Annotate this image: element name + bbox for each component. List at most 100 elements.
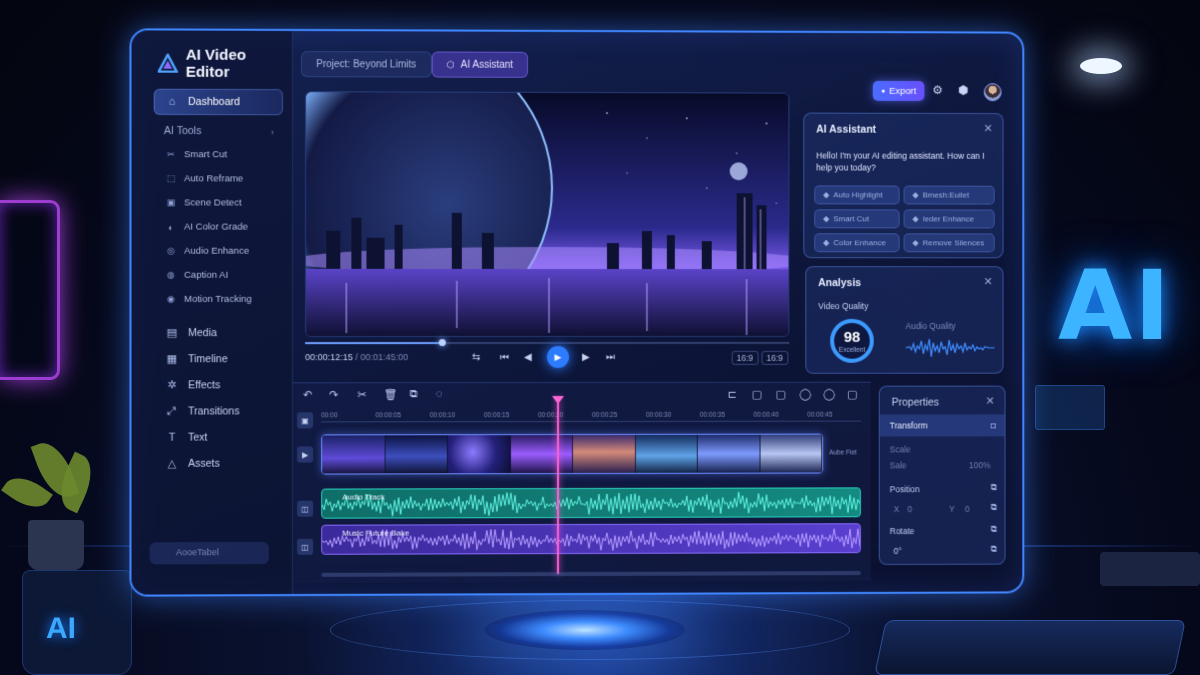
close-icon[interactable]: ✕ (986, 395, 995, 408)
sidebar-item-media[interactable]: ▤ Media (154, 320, 283, 346)
rotate-value[interactable]: 0° (894, 546, 902, 556)
video-clip-track[interactable] (321, 434, 823, 475)
sidebar-item-ai-color-grade[interactable]: ◐ AI Color Grade (166, 222, 248, 233)
clip-thumbnail[interactable] (760, 435, 822, 473)
pos-y-value[interactable]: 0 (965, 504, 970, 514)
undo-icon[interactable]: ↶ (303, 388, 312, 401)
zoom-out-icon[interactable]: ◯ (799, 388, 811, 401)
avatar[interactable] (984, 83, 1002, 101)
playhead[interactable] (557, 396, 559, 574)
close-icon[interactable]: ✕ (984, 122, 993, 135)
marker-icon[interactable]: ▢ (752, 388, 762, 401)
play-button[interactable]: ▶ (547, 346, 569, 368)
sidebar-item-timeline[interactable]: ▦ Timeline (154, 346, 283, 372)
progress-fill (305, 342, 441, 344)
chevron-right-icon[interactable]: › (271, 127, 274, 137)
rotate-label: Rotate (890, 526, 915, 536)
chip-label: Color Enhance (833, 238, 886, 247)
fit-icon[interactable]: ▢ (847, 388, 857, 401)
trash-icon[interactable]: 🗑 (384, 388, 398, 401)
sidebar-item-smart-cut[interactable]: ✂ Smart Cut (166, 149, 227, 160)
chip-remove-silences[interactable]: ◆ Remove Silences (904, 233, 995, 252)
aspect-ratio-b[interactable]: 16:9 (762, 351, 788, 365)
skip-forward-icon[interactable]: ⏭ (606, 352, 615, 363)
aspect-ratio-a[interactable]: 16:9 (732, 351, 758, 365)
video-quality-caption: Excellent (828, 347, 876, 354)
chip-color-enhance[interactable]: ◆ Color Enhance (814, 233, 899, 252)
transitions-icon: ⤢ (166, 405, 178, 417)
background-monitor (1035, 385, 1105, 430)
loop-icon[interactable]: ⇆ (472, 352, 480, 363)
clip-thumbnail[interactable] (698, 435, 760, 473)
tab-project[interactable]: Project: Beyond Limits (301, 51, 431, 77)
progress-handle[interactable] (438, 339, 445, 346)
playback-progress[interactable] (305, 342, 789, 344)
clip-thumbnail[interactable] (448, 435, 511, 473)
chip-auto-highlight[interactable]: ◆ Auto Highlight (814, 185, 899, 204)
rewind-icon[interactable]: ◀ (524, 352, 532, 363)
skip-back-icon[interactable]: ⏮ (500, 352, 509, 363)
sidebar-item-text[interactable]: T Text (154, 424, 283, 450)
video-track-icon[interactable]: ▶ (297, 446, 313, 462)
chip-smart-cut[interactable]: ◆ Smart Cut (814, 209, 899, 228)
pos-x-label: X (894, 504, 900, 514)
home-icon: ⌂ (166, 96, 178, 108)
transform-icon[interactable]: ◘ (991, 420, 996, 430)
scale-value[interactable]: 100% (969, 460, 991, 470)
clip-thumbnail[interactable] (385, 435, 448, 473)
clip-thumbnail[interactable] (635, 435, 697, 473)
rotate-icon[interactable]: ⧉ (991, 524, 997, 535)
magnet-icon[interactable]: ⊏ (728, 388, 737, 401)
snap-icon[interactable]: ▢ (775, 388, 785, 401)
tab-ai-assistant[interactable]: ⬡ AI Assistant (432, 51, 528, 77)
pos-y-label: Y (949, 504, 955, 514)
sidebar: AI Video Editor ⌂ Dashboard AI Tools › ✂… (131, 30, 293, 594)
sidebar-footer-button[interactable]: AooeTabel (150, 542, 269, 564)
gear-icon[interactable]: ⚙ (932, 83, 943, 97)
zoom-in-icon[interactable]: ◯ (823, 388, 835, 401)
cut-icon[interactable]: ✂ (357, 388, 366, 401)
palette-icon: ◐ (166, 222, 176, 232)
sidebar-item-scene-detect[interactable]: ▣ Scene Detect (166, 197, 242, 208)
ruler-tick: 00:00 (321, 412, 337, 419)
sidebar-item-audio-enhance[interactable]: ◎ Audio Enhance (166, 246, 249, 257)
time-ruler[interactable]: 00:00 00:00:05 00:00:10 00:00:15 00:00:2… (321, 412, 861, 423)
chip-icon: ◆ (912, 214, 918, 223)
music-track-icon[interactable]: ◫ (297, 539, 313, 555)
sidebar-item-dashboard[interactable]: ⌂ Dashboard (154, 89, 283, 115)
audio-track-icon[interactable]: ◫ (297, 501, 313, 517)
sidebar-item-transitions[interactable]: ⤢ Transitions (154, 398, 283, 424)
ai-assistant-panel: AI Assistant ✕ Hello! I'm your AI editin… (803, 113, 1003, 259)
sidebar-item-auto-reframe[interactable]: ⬚ Auto Reframe (166, 173, 243, 184)
ripple-icon[interactable]: ◌ (436, 388, 443, 400)
clip-thumbnail[interactable] (510, 435, 573, 473)
redo-icon[interactable]: ↷ (329, 388, 338, 401)
ai-tools-header[interactable]: AI Tools (164, 125, 202, 137)
ai-badge-icon[interactable]: ⬢ (958, 83, 968, 97)
reset-icon[interactable]: ⧉ (991, 502, 997, 513)
clip-thumbnail[interactable] (573, 435, 635, 473)
chip-icon: ◆ (823, 238, 829, 247)
pos-x-value[interactable]: 0 (908, 504, 913, 514)
sidebar-item-motion-tracking[interactable]: ◉ Motion Tracking (166, 294, 252, 305)
split-icon[interactable]: ⧉ (410, 388, 418, 401)
audio-track[interactable]: Audio Track (321, 487, 861, 518)
chip-bmesh[interactable]: ◆ Bmesh:Euilet (904, 186, 995, 205)
rotate-reset-icon[interactable]: ⧉ (991, 544, 997, 555)
keyboard (1100, 552, 1200, 586)
ruler-tick: 00:00:35 (700, 412, 725, 419)
track-lock-icon[interactable]: ▣ (297, 412, 313, 428)
close-icon[interactable]: ✕ (984, 275, 993, 288)
clip-thumbnail[interactable] (322, 435, 385, 473)
export-button[interactable]: ● Export (873, 81, 925, 101)
sidebar-item-assets[interactable]: △ Assets (154, 451, 283, 477)
forward-icon[interactable]: ▶ (582, 352, 590, 363)
video-preview[interactable] (305, 91, 789, 337)
chip-label: Bmesh:Euilet (923, 191, 970, 200)
link-icon[interactable]: ⧉ (991, 482, 997, 493)
music-track[interactable]: Music Future Bake (321, 523, 861, 555)
sidebar-item-effects[interactable]: ✲ Effects (154, 372, 283, 398)
chip-ieder-enhance[interactable]: ◆ Ieder Enhance (904, 209, 995, 228)
sidebar-item-caption-ai[interactable]: ◍ Caption AI (166, 270, 228, 281)
neon-ai-sign: AI (1058, 250, 1172, 362)
